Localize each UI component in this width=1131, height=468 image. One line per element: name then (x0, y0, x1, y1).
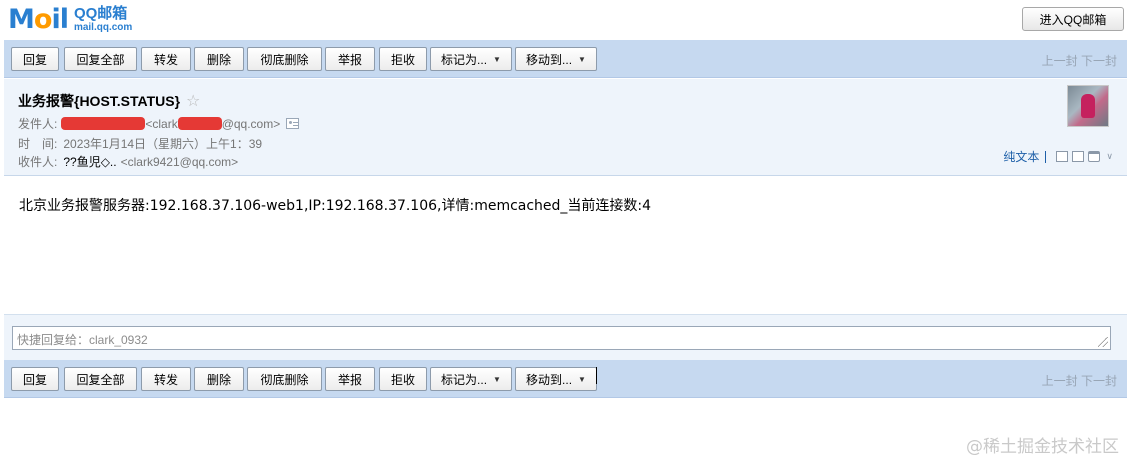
logo-product-name: QQ邮箱 (73, 5, 128, 22)
print-icon[interactable] (1088, 151, 1101, 162)
contact-card-icon[interactable] (286, 118, 300, 129)
mark-as-dropdown[interactable]: 标记为... ▼ (430, 47, 512, 71)
prev-mail-link[interactable]: 上一封 (1042, 54, 1078, 68)
delete-button[interactable]: 删除 (194, 367, 244, 391)
report-button[interactable]: 举报 (325, 367, 375, 391)
avatar-figure (1081, 94, 1095, 118)
from-row: 发件人: <clark @qq.com> (18, 115, 300, 132)
recipient-name[interactable]: ??鱼児◇.. (63, 153, 116, 170)
from-address-suffix[interactable]: @qq.com> (222, 117, 281, 131)
delete-button[interactable]: 删除 (194, 47, 244, 71)
move-to-label: 移动到... (526, 52, 573, 67)
mark-as-label: 标记为... (441, 372, 488, 387)
reply-button[interactable]: 回复 (11, 47, 59, 71)
enter-qq-mail-button[interactable]: 进入QQ邮箱 (1022, 7, 1124, 31)
chevron-down-icon[interactable]: ∨ (1106, 151, 1113, 162)
new-window-icon[interactable] (1056, 151, 1069, 162)
mail-body: 北京业务报警服务器:192.168.37.106-web1,IP:192.168… (19, 198, 652, 214)
report-button[interactable]: 举报 (325, 47, 375, 71)
sender-avatar[interactable] (1067, 85, 1109, 127)
caret-down-icon: ▼ (578, 54, 586, 64)
to-row: 收件人: ??鱼児◇.. <clark9421@qq.com> (18, 153, 238, 170)
move-to-label: 移动到... (526, 372, 573, 387)
plain-text-link[interactable]: 纯文本 (1003, 148, 1039, 165)
to-label: 收件人: (18, 155, 58, 169)
top-bar: Moil QQ邮箱 mail.qq.com 进入QQ邮箱 (0, 0, 1131, 40)
time-label: 时 间: (18, 137, 58, 151)
reject-button[interactable]: 拒收 (379, 367, 427, 391)
subject-text: 业务报警{HOST.STATUS} (18, 93, 181, 109)
time-value: 2023年1月14日（星期六）上午1：39 (63, 137, 263, 151)
quick-reply-placeholder: 快捷回复给：clark_0932 (17, 333, 148, 347)
quick-reply-input[interactable]: 快捷回复给：clark_0932 (12, 326, 1111, 350)
watermark: @稀土掘金技术社区 (966, 437, 1119, 457)
prev-mail-link[interactable]: 上一封 (1042, 374, 1078, 388)
recipient-address[interactable]: <clark9421@qq.com> (121, 155, 239, 169)
header-tools: 纯文本 ∨ (1003, 148, 1113, 165)
forward-button[interactable]: 转发 (141, 47, 191, 71)
top-toolbar: 回复 回复全部 转发 删除 彻底删除 举报 拒收 标记为... ▼ 移动到... ▼… (4, 40, 1127, 78)
mail-header: 业务报警{HOST.STATUS} ☆ 发件人: <clark @qq.com>… (4, 79, 1127, 176)
mark-as-label: 标记为... (441, 52, 488, 67)
bottom-toolbar: 回复 回复全部 转发 删除 彻底删除 举报 拒收 标记为... ▼ 移动到... ▼… (4, 360, 1127, 398)
delete-forever-button[interactable]: 彻底删除 (247, 367, 322, 391)
move-to-dropdown[interactable]: 移动到... ▼ (515, 367, 597, 391)
reply-all-button[interactable]: 回复全部 (64, 367, 137, 391)
logo-text: QQ邮箱 mail.qq.com (74, 6, 132, 34)
download-icon[interactable] (1072, 151, 1085, 162)
resize-grip-icon[interactable] (1098, 337, 1108, 347)
move-to-dropdown[interactable]: 移动到... ▼ (515, 47, 597, 71)
next-mail-link[interactable]: 下一封 (1081, 54, 1117, 68)
caret-down-icon: ▼ (493, 54, 501, 64)
qq-mail-logo[interactable]: Moil QQ邮箱 mail.qq.com (8, 4, 132, 36)
divider (1045, 150, 1047, 163)
from-label: 发件人: (18, 117, 58, 131)
from-address-prefix[interactable]: <clark (145, 117, 177, 131)
mark-as-dropdown[interactable]: 标记为... ▼ (430, 367, 512, 391)
caret-down-icon: ▼ (493, 374, 501, 384)
reply-button[interactable]: 回复 (11, 367, 59, 391)
caret-down-icon: ▼ (578, 374, 586, 384)
mail-subject: 业务报警{HOST.STATUS} ☆ (18, 91, 200, 111)
next-mail-link[interactable]: 下一封 (1081, 374, 1117, 388)
delete-forever-button[interactable]: 彻底删除 (247, 47, 322, 71)
quick-reply-area: 快捷回复给：clark_0932 (4, 314, 1127, 360)
pager: 上一封 下一封 (1042, 372, 1117, 389)
star-icon[interactable]: ☆ (186, 91, 200, 111)
logo-mark: Moil (8, 4, 69, 35)
logo-domain: mail.qq.com (73, 22, 133, 33)
text-cursor (596, 367, 597, 384)
reject-button[interactable]: 拒收 (379, 47, 427, 71)
forward-button[interactable]: 转发 (141, 367, 191, 391)
redacted-sender-name (61, 117, 146, 130)
redacted-address (177, 117, 222, 130)
time-row: 时 间: 2023年1月14日（星期六）上午1：39 (18, 135, 262, 152)
pager: 上一封 下一封 (1042, 52, 1117, 69)
reply-all-button[interactable]: 回复全部 (64, 47, 137, 71)
